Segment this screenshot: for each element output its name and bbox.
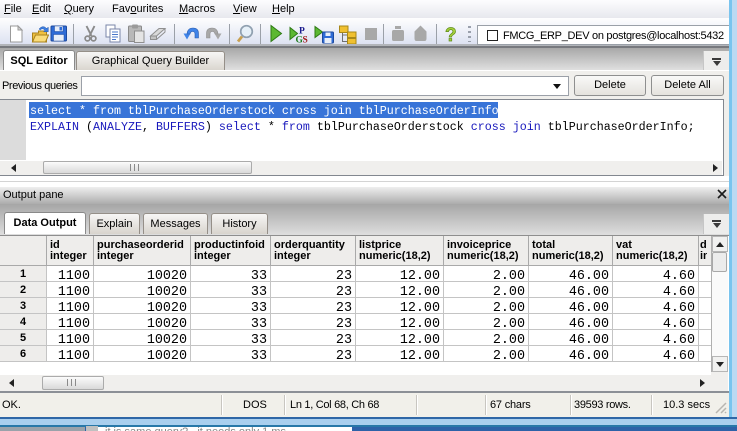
svg-text:?: ? [445, 25, 457, 44]
svg-text:S: S [303, 36, 308, 45]
